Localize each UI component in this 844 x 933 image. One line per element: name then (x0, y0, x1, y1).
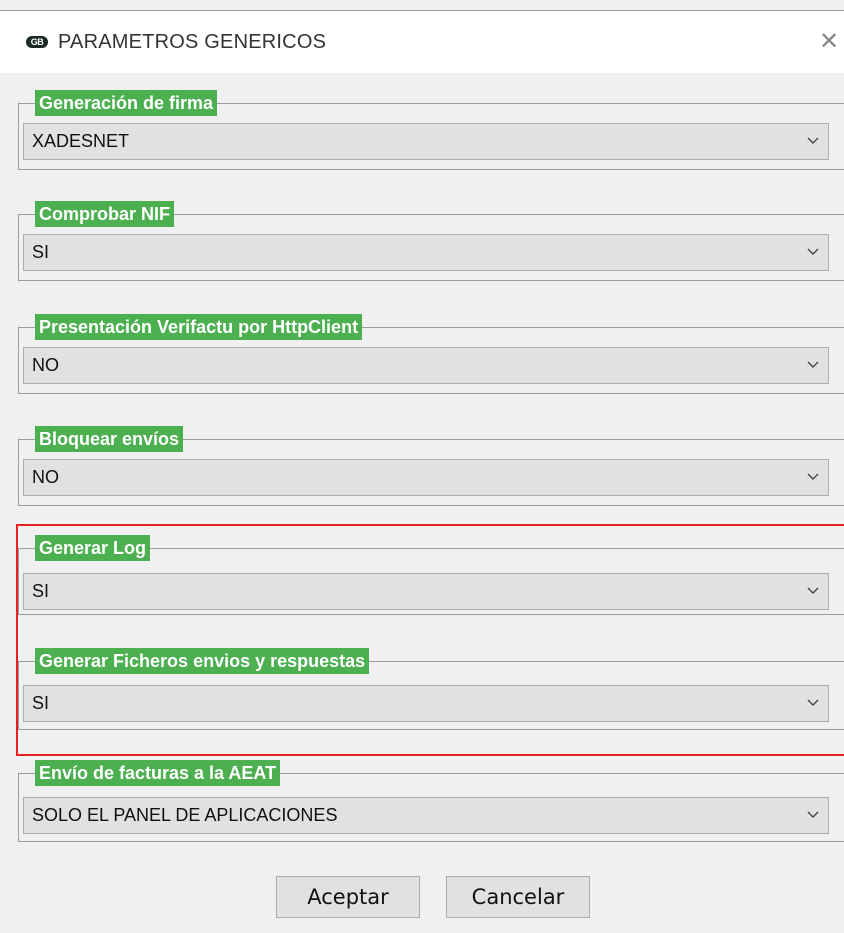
accept-button[interactable]: Aceptar (276, 876, 420, 918)
app-logo-icon: GB (26, 36, 48, 48)
chevron-down-icon (807, 361, 819, 368)
group-generacion-firma: Generación de firma XADESNET (18, 90, 844, 170)
field-label: Generar Ficheros envios y respuestas (35, 648, 370, 674)
group-comprobar-nif: Comprobar NIF SI (18, 201, 844, 281)
select-bloquear-envios[interactable]: NO (23, 459, 829, 496)
chevron-down-icon (807, 587, 819, 594)
select-value: NO (32, 467, 59, 487)
select-value: SOLO EL PANEL DE APLICACIONES (32, 805, 338, 825)
group-generar-log: Generar Log SI (18, 535, 844, 615)
select-generar-log[interactable]: SI (23, 573, 829, 610)
dialog-window: GB PARAMETROS GENERICOS ✕ Generación de … (0, 0, 844, 933)
select-value: SI (32, 693, 50, 713)
field-label: Envío de facturas a la AEAT (35, 760, 281, 786)
select-value: SI (32, 242, 50, 262)
title-bar: GB PARAMETROS GENERICOS ✕ (0, 11, 844, 73)
field-label: Bloquear envíos (35, 426, 184, 452)
select-value: SI (32, 581, 50, 601)
select-generacion-firma[interactable]: XADESNET (23, 123, 829, 160)
field-label: Generar Log (35, 535, 151, 561)
group-presentacion-verifactu: Presentación Verifactu por HttpClient NO (18, 314, 844, 394)
chevron-down-icon (807, 137, 819, 144)
group-bloquear-envios: Bloquear envíos NO (18, 426, 844, 506)
chevron-down-icon (807, 473, 819, 480)
select-comprobar-nif[interactable]: SI (23, 234, 829, 271)
close-icon[interactable]: ✕ (818, 30, 840, 54)
cancel-button[interactable]: Cancelar (446, 876, 590, 918)
field-label: Comprobar NIF (35, 201, 175, 227)
select-envio-facturas[interactable]: SOLO EL PANEL DE APLICACIONES (23, 797, 829, 834)
field-label: Presentación Verifactu por HttpClient (35, 314, 363, 340)
field-label: Generación de firma (35, 90, 218, 116)
chevron-down-icon (807, 248, 819, 255)
chevron-down-icon (807, 699, 819, 706)
window-title: PARAMETROS GENERICOS (58, 31, 327, 53)
chevron-down-icon (807, 811, 819, 818)
group-envio-facturas: Envío de facturas a la AEAT SOLO EL PANE… (18, 760, 844, 842)
select-presentacion-verifactu[interactable]: NO (23, 347, 829, 384)
select-generar-ficheros[interactable]: SI (23, 685, 829, 722)
select-value: NO (32, 355, 59, 375)
select-value: XADESNET (32, 131, 130, 151)
group-generar-ficheros: Generar Ficheros envios y respuestas SI (18, 648, 844, 730)
